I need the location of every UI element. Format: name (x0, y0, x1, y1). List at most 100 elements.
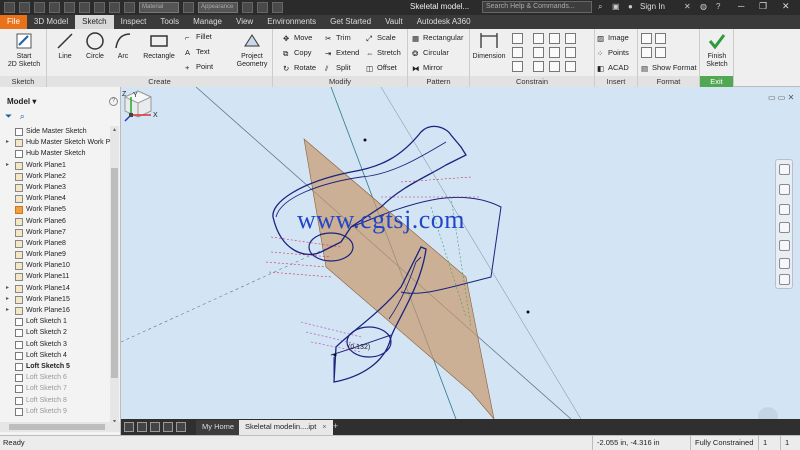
tab-sketch[interactable]: Sketch (75, 15, 114, 29)
hscroll-thumb[interactable] (9, 424, 105, 430)
expand-toggle-icon[interactable]: ▸ (6, 160, 9, 171)
tree-item[interactable]: Work Plane9 (0, 249, 110, 260)
start-2d-sketch-button[interactable]: Start 2D Sketch (4, 31, 44, 69)
binoculars-icon[interactable]: ⌕ (598, 2, 602, 12)
browser-scrollbar[interactable] (110, 126, 119, 426)
expand-toggle-icon[interactable]: ▸ (6, 137, 9, 148)
sign-in-link[interactable]: Sign In (640, 2, 665, 11)
create-panel-label[interactable]: Create (47, 76, 272, 87)
filter-icon[interactable]: ⏷ (5, 111, 12, 121)
tab-inspect[interactable]: Inspect (114, 15, 154, 29)
tree-item[interactable]: ▸ Work Plane14 (0, 283, 110, 294)
cart-icon[interactable]: ▣ (612, 2, 620, 11)
copy-button[interactable]: ⧉ Copy (283, 48, 312, 58)
app-menu-icon[interactable] (4, 2, 15, 13)
browser-title[interactable]: Model ▾ (7, 97, 36, 106)
constrain-panel-label[interactable]: Constrain (470, 76, 594, 87)
tree-item[interactable]: Loft Sketch 7 (0, 383, 110, 394)
fillet-button[interactable]: ⌐ Fillet (185, 32, 212, 42)
steering-wheel-icon[interactable] (779, 164, 790, 175)
tree-item[interactable]: Work Plane11 (0, 271, 110, 282)
trim-button[interactable]: ✂ Trim (325, 33, 351, 43)
tree-item[interactable]: Work Plane3 (0, 182, 110, 193)
undo-icon[interactable] (64, 2, 75, 13)
exchange-icon[interactable]: ✕ (684, 2, 691, 11)
save-icon[interactable] (49, 2, 60, 13)
home-icon[interactable] (94, 2, 105, 13)
redo-icon[interactable] (79, 2, 90, 13)
info-icon[interactable]: ◍ (700, 2, 707, 11)
user-icon[interactable]: ● (628, 2, 633, 11)
tree-item[interactable]: Loft Sketch 2 (0, 327, 110, 338)
vertical-icon[interactable] (549, 47, 560, 58)
smooth-icon[interactable] (565, 33, 576, 44)
tab-tools[interactable]: Tools (153, 15, 186, 29)
expand-toggle-icon[interactable]: ▸ (6, 283, 9, 294)
arrange-icon[interactable] (163, 422, 173, 432)
sketch-point[interactable] (526, 310, 530, 314)
point-button[interactable]: + Point (185, 62, 213, 72)
add-icon[interactable] (272, 2, 283, 13)
document-list-icon[interactable] (176, 422, 186, 432)
update-icon[interactable] (124, 2, 135, 13)
tree-item[interactable]: Work Plane5 (0, 204, 110, 215)
tree-item[interactable]: Loft Sketch 4 (0, 350, 110, 361)
nav-options-icon[interactable] (779, 274, 790, 285)
pan-icon[interactable] (779, 204, 790, 215)
dimension-label[interactable]: (0.132) (348, 344, 370, 351)
material-dropdown[interactable]: Material (139, 2, 179, 13)
clear-appearance-icon[interactable] (242, 2, 253, 13)
tangent-icon[interactable] (549, 61, 560, 72)
stretch-button[interactable]: ⇔ Stretch (366, 48, 401, 58)
tree-item[interactable]: Loft Sketch 9 (0, 406, 110, 417)
extend-button[interactable]: ⇥ Extend (325, 48, 359, 58)
find-icon[interactable]: ⌕ (20, 111, 25, 121)
move-button[interactable]: ✥ Move (283, 33, 312, 43)
tab-autodesk-a360[interactable]: Autodesk A360 (410, 15, 478, 29)
tree-item[interactable]: Loft Sketch 1 (0, 316, 110, 327)
show-format-button[interactable]: ▤ Show Format (641, 63, 697, 73)
tree-item[interactable]: Loft Sketch 6 (0, 372, 110, 383)
select-icon[interactable] (109, 2, 120, 13)
open-file-icon[interactable] (34, 2, 45, 13)
tree-item[interactable]: Work Plane8 (0, 238, 110, 249)
scrollbar-thumb[interactable] (111, 168, 118, 378)
sketch-point[interactable] (333, 353, 337, 357)
tree-item[interactable]: Loft Sketch 8 (0, 395, 110, 406)
tree-item[interactable]: Hub Master Sketch (0, 148, 110, 159)
graphics-window[interactable]: www.cgtsj.com (0.132) ▭ ▭ ✕ X Z Y (121, 87, 800, 419)
viewport-window-controls[interactable]: ▭ ▭ ✕ (768, 93, 794, 102)
tree-item[interactable]: Work Plane4 (0, 193, 110, 204)
expand-toggle-icon[interactable]: ▸ (6, 305, 9, 316)
new-file-icon[interactable] (19, 2, 30, 13)
fix-icon[interactable] (533, 33, 544, 44)
fx-icon[interactable] (257, 2, 268, 13)
appearance-dropdown[interactable]: Appearance (198, 2, 238, 13)
symmetric-icon[interactable] (565, 47, 576, 58)
construction-icon[interactable] (641, 33, 652, 44)
cascade-icon[interactable] (150, 422, 160, 432)
look-at-icon[interactable] (779, 258, 790, 269)
tab-3d-model[interactable]: 3D Model (27, 15, 75, 29)
scale-button[interactable]: ⤢ Scale (366, 33, 396, 43)
tab-view[interactable]: View (229, 15, 260, 29)
dimension-button[interactable]: Dimension (472, 31, 506, 61)
modify-panel-label[interactable]: Modify (273, 76, 407, 87)
image-button[interactable]: ▨ Image (597, 33, 629, 43)
center-point-icon[interactable] (641, 47, 652, 58)
tab-vault[interactable]: Vault (378, 15, 410, 29)
full-navigation-icon[interactable] (779, 184, 790, 195)
zoom-icon[interactable] (779, 222, 790, 233)
concentric-icon[interactable] (512, 61, 523, 72)
tile-horizontal-icon[interactable] (124, 422, 134, 432)
help-search-input[interactable]: Search Help & Commands... (482, 1, 592, 13)
tab-my-home[interactable]: My Home (196, 420, 241, 435)
parallel-icon[interactable] (533, 47, 544, 58)
tree-item[interactable]: ▸ Work Plane1 (0, 160, 110, 171)
acad-button[interactable]: ◧ ACAD (597, 63, 629, 73)
offset-button[interactable]: ◫ Offset (366, 63, 397, 73)
split-button[interactable]: ⫽ Split (325, 63, 351, 73)
circular-pattern-button[interactable]: ❂ Circular (412, 48, 449, 58)
new-tab-icon[interactable]: + (333, 421, 338, 431)
arc-button[interactable]: Arc (111, 31, 135, 61)
